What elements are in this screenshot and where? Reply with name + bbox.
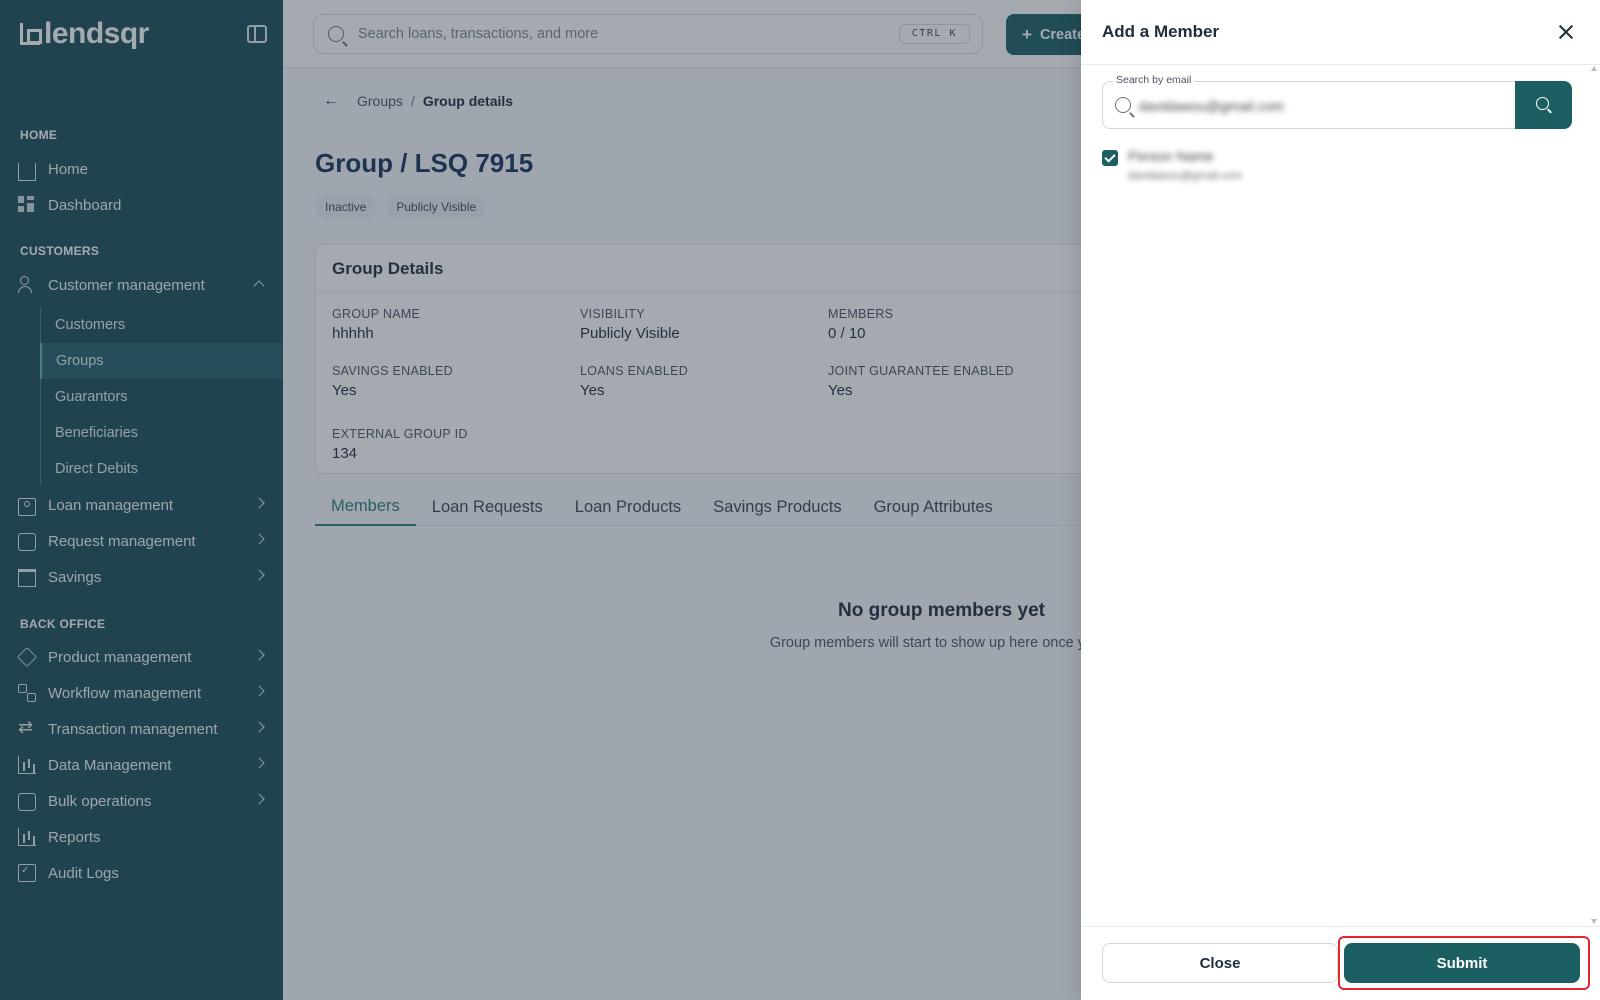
drawer-scrollbar[interactable] xyxy=(1591,66,1597,924)
close-button[interactable]: Close xyxy=(1102,943,1338,983)
email-search-input[interactable] xyxy=(1139,94,1499,118)
close-icon[interactable] xyxy=(1554,20,1578,44)
member-checkbox[interactable] xyxy=(1102,150,1118,166)
result-name: Person Name xyxy=(1128,148,1214,164)
drawer-footer: Close Submit xyxy=(1081,926,1600,1000)
email-search-field[interactable]: Search by email xyxy=(1102,74,1516,129)
email-search-label: Search by email xyxy=(1113,74,1195,86)
email-search-button[interactable] xyxy=(1515,81,1572,129)
add-member-drawer: Add a Member Search by email Person Name… xyxy=(1081,0,1600,1000)
result-email: davidawou@gmail.com xyxy=(1128,170,1242,182)
drawer-header: Add a Member xyxy=(1081,0,1600,65)
search-icon xyxy=(1115,97,1131,113)
submit-button[interactable]: Submit xyxy=(1344,943,1580,983)
search-icon xyxy=(1536,97,1549,110)
drawer-title: Add a Member xyxy=(1102,22,1220,41)
